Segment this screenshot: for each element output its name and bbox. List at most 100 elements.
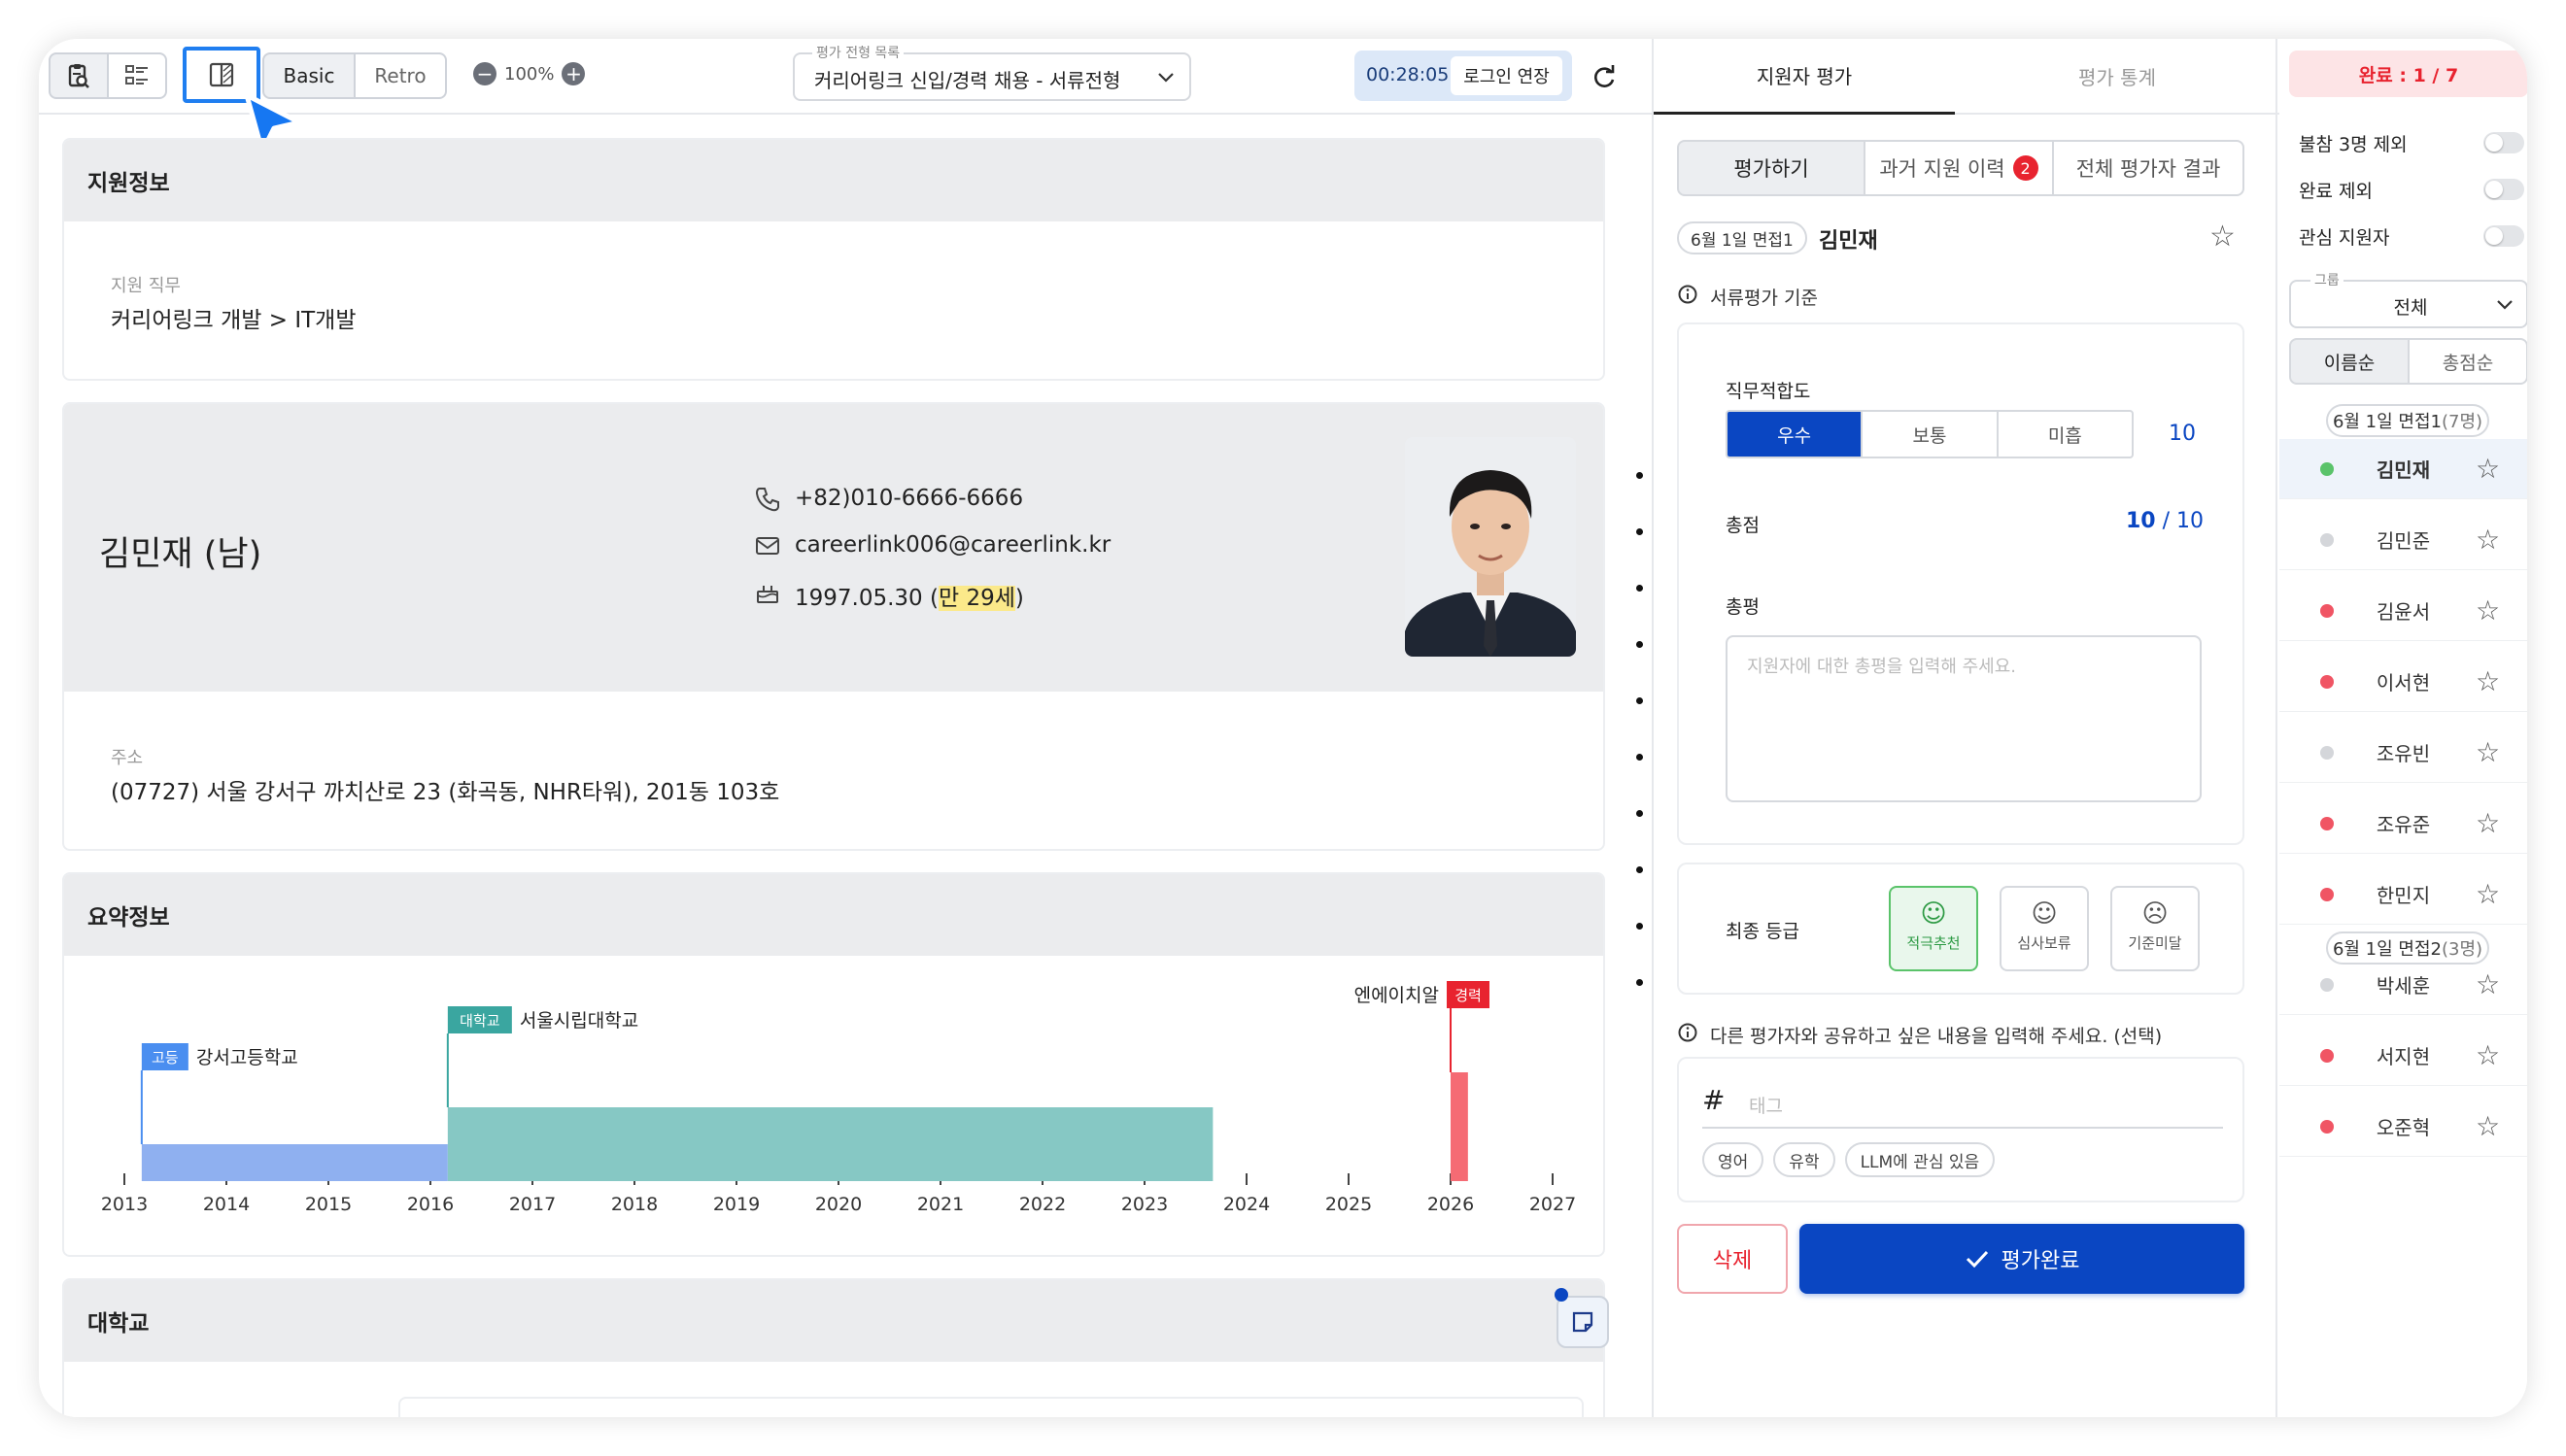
style-basic-button[interactable]: Basic xyxy=(262,52,356,99)
share-label: 다른 평가자와 공유하고 싶은 내용을 입력해 주세요. (선택) xyxy=(1710,1026,2163,1047)
chevron-down-icon xyxy=(2497,300,2513,310)
tab-do-evaluate[interactable]: 평가하기 xyxy=(1677,140,1865,196)
group-value: 전체 xyxy=(2393,297,2428,319)
tab-all-evaluators[interactable]: 전체 평가자 결과 xyxy=(2052,140,2244,196)
applicant-list-item[interactable]: 서지현 ☆ xyxy=(2279,1026,2527,1086)
tag-chip[interactable]: 영어 xyxy=(1702,1142,1764,1177)
education-career-timeline: 2013 2014 2015 2016 2017 2018 2019 2020 2021 2022… xyxy=(101,981,1576,1215)
favorite-star-icon[interactable]: ☆ xyxy=(2476,1110,2500,1142)
refresh-icon[interactable] xyxy=(1590,62,1619,91)
grade-below-standard[interactable]: ☹ 기준미달 xyxy=(2110,886,2200,971)
card-title: 요약정보 xyxy=(64,874,1603,956)
filter-label: 완료 제외 xyxy=(2299,181,2373,202)
x-tick-label: 2026 xyxy=(1427,1194,1474,1215)
applicant-list-item[interactable]: 김윤서 ☆ xyxy=(2279,581,2527,641)
tag-chip[interactable]: 유학 xyxy=(1773,1142,1835,1177)
timeline-bar xyxy=(447,1107,1214,1181)
tag-input[interactable]: 태그 xyxy=(1749,1092,1783,1118)
applicant-list-item[interactable]: 이서현 ☆ xyxy=(2279,652,2527,712)
tab-past-history[interactable]: 과거 지원 이력 2 xyxy=(1864,140,2054,196)
section-nav-dot[interactable] xyxy=(1636,641,1643,648)
timeline-badge-text: 대학교 xyxy=(460,1012,499,1030)
favorite-star-icon[interactable]: ☆ xyxy=(2476,736,2500,768)
x-tick-label: 2016 xyxy=(407,1194,454,1215)
applicant-list-item[interactable]: 오준혁 ☆ xyxy=(2279,1097,2527,1157)
job-label: 지원 직무 xyxy=(111,276,181,296)
sort-by-name-button[interactable]: 이름순 xyxy=(2289,338,2410,385)
filter-exclude-complete-toggle[interactable] xyxy=(2483,179,2524,200)
applicant-list-item[interactable]: 조유빈 ☆ xyxy=(2279,723,2527,783)
memo-button[interactable] xyxy=(1557,1296,1609,1348)
info-icon xyxy=(1678,1023,1697,1042)
filter-interest-toggle[interactable] xyxy=(2483,225,2524,247)
timeline-badge-text: 고등 xyxy=(152,1049,179,1067)
section-nav-dot[interactable] xyxy=(1636,810,1643,817)
email-address: careerlink006@careerlink.kr xyxy=(795,532,1112,558)
split-view-icon xyxy=(209,62,234,87)
tag-list: 영어 유학 LLM에 관심 있음 xyxy=(1702,1142,2004,1177)
comment-textarea[interactable]: 지원자에 대한 총평을 입력해 주세요. xyxy=(1726,635,2202,802)
section-nav-dot[interactable] xyxy=(1636,697,1643,704)
x-tick-label: 2019 xyxy=(713,1194,760,1215)
zoom-control: − 100% + xyxy=(473,62,586,85)
zoom-in-button[interactable]: + xyxy=(562,62,586,85)
x-tick-label: 2024 xyxy=(1223,1194,1270,1215)
favorite-star-icon[interactable]: ☆ xyxy=(2476,807,2500,839)
timeline-label: 엔에이치알 xyxy=(1354,985,1439,1006)
favorite-star-icon[interactable]: ☆ xyxy=(2476,594,2500,626)
extend-login-button[interactable]: 로그인 연장 xyxy=(1451,56,1562,95)
x-tick-label: 2014 xyxy=(203,1194,250,1215)
clipboard-search-icon xyxy=(68,64,89,88)
x-tick-label: 2020 xyxy=(815,1194,862,1215)
card-title: 지원정보 xyxy=(64,140,1603,221)
grade-hold[interactable]: ☺ 심사보류 xyxy=(2000,886,2089,971)
fit-option-normal[interactable]: 보통 xyxy=(1861,412,1996,457)
completion-status: 완료 : 1 / 7 xyxy=(2289,51,2527,97)
x-tick-label: 2023 xyxy=(1121,1194,1168,1215)
x-tick-label: 2022 xyxy=(1019,1194,1066,1215)
evaluation-stage-select[interactable]: 평가 전형 목록 커리어링크 신입/경력 채용 - 서류전형 xyxy=(793,43,1191,101)
favorite-star-icon[interactable]: ☆ xyxy=(2476,878,2500,910)
applicant-list-item[interactable]: 김민재 ☆ xyxy=(2279,439,2527,499)
clipboard-search-button[interactable] xyxy=(49,52,109,99)
favorite-star-icon[interactable]: ☆ xyxy=(2476,1039,2500,1071)
group-select[interactable]: 그룹 전체 xyxy=(2289,270,2527,328)
list-grid-button[interactable] xyxy=(107,52,167,99)
section-nav-dot[interactable] xyxy=(1636,979,1643,986)
section-nav-dot[interactable] xyxy=(1636,754,1643,761)
fit-option-excellent[interactable]: 우수 xyxy=(1728,412,1862,457)
applicant-list-panel: 완료 : 1 / 7 불참 3명 제외 완료 제외 관심 지원자 그룹 전체 이… xyxy=(2279,39,2527,1417)
applicant-list-item[interactable]: 한민지 ☆ xyxy=(2279,864,2527,925)
favorite-star-icon[interactable]: ☆ xyxy=(2476,968,2500,1000)
section-nav-dot[interactable] xyxy=(1636,472,1643,479)
section-nav-dot[interactable] xyxy=(1636,585,1643,592)
zoom-out-button[interactable]: − xyxy=(473,62,496,85)
birthday-cake-icon xyxy=(757,586,778,603)
complete-evaluation-button[interactable]: 평가완료 xyxy=(1799,1224,2244,1294)
favorite-star-icon[interactable]: ☆ xyxy=(2476,453,2500,485)
tab-evaluation-stats[interactable]: 평가 통계 xyxy=(1955,39,2279,115)
tag-chip[interactable]: LLM에 관심 있음 xyxy=(1844,1142,1996,1177)
favorite-star-icon[interactable]: ☆ xyxy=(2209,220,2236,254)
applicant-list-item[interactable]: 조유준 ☆ xyxy=(2279,794,2527,854)
favorite-star-icon[interactable]: ☆ xyxy=(2476,665,2500,697)
section-nav-dot[interactable] xyxy=(1636,528,1643,535)
fit-option-poor[interactable]: 미흡 xyxy=(1996,412,2132,457)
grade-strong-recommend[interactable]: ☺ 적극추천 xyxy=(1889,886,1978,971)
fit-segmented-control: 우수 보통 미흡 xyxy=(1726,410,2134,458)
note-icon xyxy=(1572,1311,1593,1333)
filter-label: 관심 지원자 xyxy=(2299,227,2390,249)
sad-face-icon: ☹ xyxy=(2141,899,2169,929)
style-retro-button[interactable]: Retro xyxy=(354,52,447,99)
favorite-star-icon[interactable]: ☆ xyxy=(2476,524,2500,556)
criteria-label: 서류평가 기준 xyxy=(1710,288,1818,309)
total-score: 10 / 10 xyxy=(2126,509,2205,533)
filter-exclude-absent-toggle[interactable] xyxy=(2483,132,2524,153)
sort-by-score-button[interactable]: 총점순 xyxy=(2408,338,2527,385)
tab-applicant-evaluation[interactable]: 지원자 평가 xyxy=(1654,39,1955,115)
section-nav-dot[interactable] xyxy=(1636,866,1643,873)
applicant-list-item[interactable]: 박세훈 ☆ xyxy=(2279,955,2527,1015)
section-nav-dot[interactable] xyxy=(1636,923,1643,930)
delete-button[interactable]: 삭제 xyxy=(1677,1224,1788,1294)
applicant-list-item[interactable]: 김민준 ☆ xyxy=(2279,510,2527,570)
